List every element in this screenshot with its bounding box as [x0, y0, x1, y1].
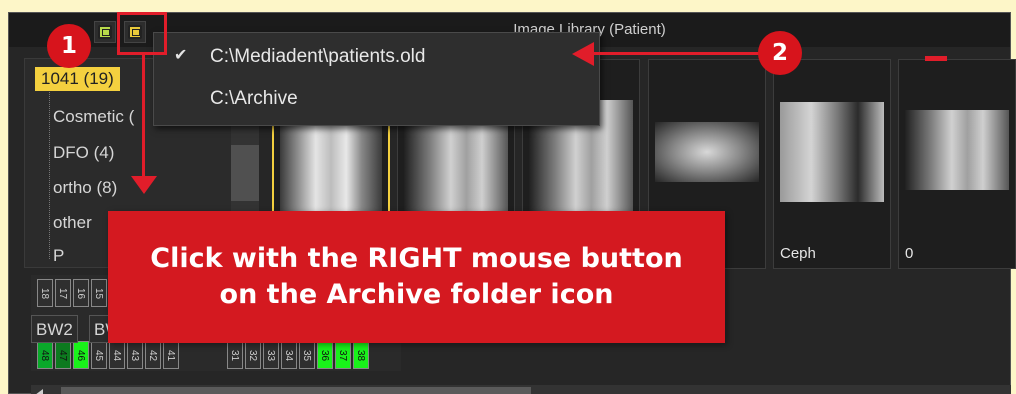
thumbnail-6[interactable]: 0	[898, 56, 1016, 269]
callout-line-2: on the Archive folder icon	[219, 279, 614, 310]
thumbnail-ceph[interactable]: Ceph	[773, 59, 891, 269]
menu-item-label: C:\Archive	[210, 88, 298, 109]
tooth-32[interactable]: 32	[245, 341, 261, 369]
tooth-44[interactable]: 44	[109, 341, 125, 369]
annotation-line	[142, 52, 145, 180]
tooth-16[interactable]: 16	[73, 279, 89, 307]
tooth-35[interactable]: 35	[299, 341, 315, 369]
tree-item-other[interactable]: other	[53, 211, 92, 235]
tooth-row-lower-left: 48 47 46 45 44 43 42 41	[37, 341, 179, 369]
folder-button[interactable]	[94, 21, 116, 43]
horizontal-scrollbar[interactable]	[31, 385, 1011, 394]
tooth-46[interactable]: 46	[73, 341, 89, 369]
xray-image	[905, 110, 1009, 190]
step-badge-2: 2	[758, 31, 802, 75]
tooth-43[interactable]: 43	[127, 341, 143, 369]
instruction-callout: Click with the RIGHT mouse button on the…	[108, 211, 725, 343]
tree-item-dfo[interactable]: DFO (4)	[53, 141, 114, 165]
menu-item-archive[interactable]: C:\Archive	[154, 79, 599, 119]
tooth-38[interactable]: 38	[353, 341, 369, 369]
tree-item-p[interactable]: P	[53, 244, 64, 268]
tooth-41[interactable]: 41	[163, 341, 179, 369]
tooth-31[interactable]: 31	[227, 341, 243, 369]
tooth-45[interactable]: 45	[91, 341, 107, 369]
folder-icon	[98, 25, 112, 39]
tree-item-cosmetic[interactable]: Cosmetic (	[53, 105, 134, 129]
horizontal-scrollbar-thumb[interactable]	[61, 387, 531, 394]
callout-line-1: Click with the RIGHT mouse button	[150, 243, 683, 274]
tooth-row-upper: 18 17 16 15	[37, 279, 107, 307]
panoramic-image	[655, 122, 759, 182]
bw-tab-1[interactable]: BW2	[31, 315, 78, 343]
tooth-34[interactable]: 34	[281, 341, 297, 369]
ceph-image	[780, 102, 884, 202]
annotation-line	[590, 52, 770, 55]
tree-scrollbar-thumb[interactable]	[231, 145, 259, 201]
menu-item-label: C:\Mediadent\patients.old	[210, 46, 426, 67]
tooth-48[interactable]: 48	[37, 341, 53, 369]
scroll-left-icon[interactable]	[35, 389, 43, 394]
checkmark-icon: ✔	[174, 47, 188, 64]
menu-item-patients-old[interactable]: ✔ C:\Mediadent\patients.old	[154, 37, 599, 77]
tooth-row-lower-right: 31 32 33 34 35 36 37 38	[227, 341, 369, 369]
thumbnail-caption: 0	[905, 245, 914, 262]
highlight-box	[117, 12, 167, 55]
thumbnail-caption: Ceph	[780, 245, 816, 262]
tooth-36[interactable]: 36	[317, 341, 333, 369]
tree-connector	[49, 89, 50, 259]
step-badge-1: 1	[47, 24, 91, 68]
red-marker	[925, 56, 947, 61]
tree-item-1041[interactable]: 1041 (19)	[35, 67, 120, 91]
tooth-37[interactable]: 37	[335, 341, 351, 369]
arrow-down-icon	[131, 176, 157, 194]
tooth-15[interactable]: 15	[91, 279, 107, 307]
archive-folder-menu: ✔ C:\Mediadent\patients.old C:\Archive	[153, 32, 600, 126]
tooth-42[interactable]: 42	[145, 341, 161, 369]
tree-item-ortho[interactable]: ortho (8)	[53, 176, 117, 200]
tooth-33[interactable]: 33	[263, 341, 279, 369]
tooth-17[interactable]: 17	[55, 279, 71, 307]
tooth-47[interactable]: 47	[55, 341, 71, 369]
tooth-18[interactable]: 18	[37, 279, 53, 307]
arrow-left-icon	[572, 42, 594, 66]
